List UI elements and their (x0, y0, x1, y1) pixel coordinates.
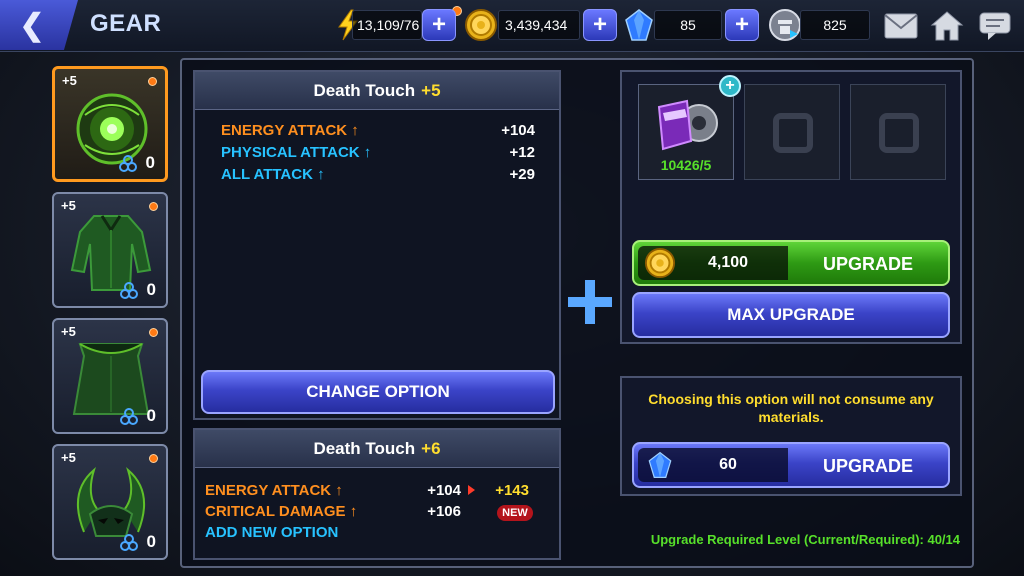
stat-value: +104 (427, 482, 461, 499)
add-gold-button[interactable]: + (583, 9, 617, 41)
gear-option-count: 0 (146, 532, 156, 551)
mail-icon (884, 13, 918, 39)
plus-icon (568, 280, 612, 324)
mail-button[interactable] (882, 8, 920, 44)
stat-name: ENERGY ATTACK ↑ (205, 482, 343, 499)
token-icon (769, 9, 801, 41)
chat-icon (979, 12, 1011, 40)
material-count: 10426/5 (660, 157, 712, 173)
stat-value: +29 (509, 166, 535, 183)
crystal-cost: 60 (638, 448, 788, 482)
stat-row: ALL ATTACK ↑ +29 (221, 166, 535, 186)
gear-slot-4[interactable]: +5 0 (52, 444, 168, 560)
new-badge: NEW (497, 505, 533, 521)
green-cape-icon (72, 343, 150, 415)
empty-slot-icon (879, 113, 919, 153)
back-arrow-icon: ❮ (19, 8, 45, 42)
gear-slot-1[interactable]: +5 0 (52, 66, 168, 182)
gear-option-count: 0 (146, 280, 156, 299)
option-level: +5 (421, 80, 441, 100)
crystal-icon (625, 9, 653, 41)
gear-option-count: 0 (146, 406, 156, 425)
add-new-option-label: ADD NEW OPTION (205, 524, 339, 541)
stat-name: PHYSICAL ATTACK ↑ (221, 144, 372, 161)
option-icon (120, 534, 138, 551)
option-icon (119, 155, 137, 172)
option-name: Death Touch (313, 438, 416, 458)
gear-option-count: 0 (145, 153, 155, 172)
energy-counter: 13,109/76 (352, 10, 422, 40)
crystal-cost-value: 60 (719, 456, 737, 473)
stat-value: +12 (509, 144, 535, 161)
stat-new-value: +143 (495, 482, 529, 499)
max-upgrade-button[interactable]: MAX UPGRADE (632, 292, 950, 338)
horned-helmet-icon (77, 467, 145, 537)
stat-row: ADD NEW OPTION (205, 524, 535, 544)
crystal-upgrade-label: UPGRADE (822, 456, 913, 476)
upgrade-button[interactable]: 4,100 UPGRADE (632, 240, 950, 286)
gear-slot-3[interactable]: +5 0 (52, 318, 168, 434)
gear-slot-2[interactable]: +5 0 (52, 192, 168, 308)
current-option-panel: Death Touch +5 ENERGY ATTACK ↑ +104 PHYS… (193, 70, 561, 420)
stat-name: CRITICAL DAMAGE ↑ (205, 503, 358, 520)
stat-name: ALL ATTACK ↑ (221, 166, 325, 183)
upgrade-panel: 10426/5 + 4,100 UPGRADE MAX UPGRADE (620, 70, 962, 344)
home-button[interactable] (928, 8, 966, 44)
energy-value: 13,109/76 (357, 17, 420, 33)
stat-name: ENERGY ATTACK ↑ (221, 122, 359, 139)
crystal-upgrade-panel: Choosing this option will not consume an… (620, 376, 962, 496)
back-button[interactable]: ❮ (0, 0, 78, 50)
stat-row: CRITICAL DAMAGE ↑ +106 NEW (205, 503, 535, 523)
stat-row: ENERGY ATTACK ↑ +104 +143 (205, 482, 535, 502)
stat-value: +106 (427, 503, 461, 520)
add-crystal-button[interactable]: + (725, 9, 759, 41)
top-bar: ❮ GEAR 13,109/76 + 3,439,434 + 85 + 825 (0, 0, 1024, 52)
change-option-button[interactable]: CHANGE OPTION (201, 370, 555, 414)
current-option-header: Death Touch +5 (195, 72, 559, 110)
add-material-button[interactable]: + (719, 75, 741, 97)
option-icon (120, 282, 138, 299)
option-level: +6 (421, 438, 441, 458)
option-icon (120, 408, 138, 425)
crystal-upgrade-note: Choosing this option will not consume an… (648, 391, 934, 425)
upgrade-label: UPGRADE (822, 254, 913, 274)
token-value: 825 (823, 17, 847, 33)
gold-counter: 3,439,434 (498, 10, 580, 40)
green-suit-icon (70, 215, 152, 291)
required-level-text: Upgrade Required Level (Current/Required… (650, 532, 960, 547)
increase-arrow-icon (468, 485, 475, 495)
material-slot-1[interactable]: 10426/5 + (638, 75, 741, 180)
stat-row: ENERGY ATTACK ↑ +104 (221, 122, 535, 142)
material-slot-3 (850, 84, 946, 180)
crystal-upgrade-button[interactable]: 60 UPGRADE (632, 442, 950, 488)
option-name: Death Touch (313, 80, 416, 100)
page-title: GEAR (90, 10, 162, 37)
stat-row: PHYSICAL ATTACK ↑ +12 (221, 144, 535, 164)
empty-slot-icon (773, 113, 813, 153)
upgrade-material-icon (657, 99, 718, 151)
crystal-value: 85 (680, 17, 696, 33)
material-slot-2 (744, 84, 840, 180)
add-energy-button[interactable]: + (422, 9, 456, 41)
stat-value: +104 (501, 122, 535, 139)
gold-coin-icon (465, 9, 497, 41)
gold-value: 3,439,434 (505, 17, 568, 33)
home-icon (930, 11, 964, 41)
token-counter: 825 (800, 10, 870, 40)
crystal-counter: 85 (654, 10, 722, 40)
next-option-panel: Death Touch +6 ENERGY ATTACK ↑ +104 +143… (193, 428, 561, 560)
chat-button[interactable] (976, 8, 1014, 44)
upgrade-cost: 4,100 (638, 246, 788, 280)
next-option-header: Death Touch +6 (195, 430, 559, 468)
upgrade-cost-value: 4,100 (707, 254, 749, 271)
